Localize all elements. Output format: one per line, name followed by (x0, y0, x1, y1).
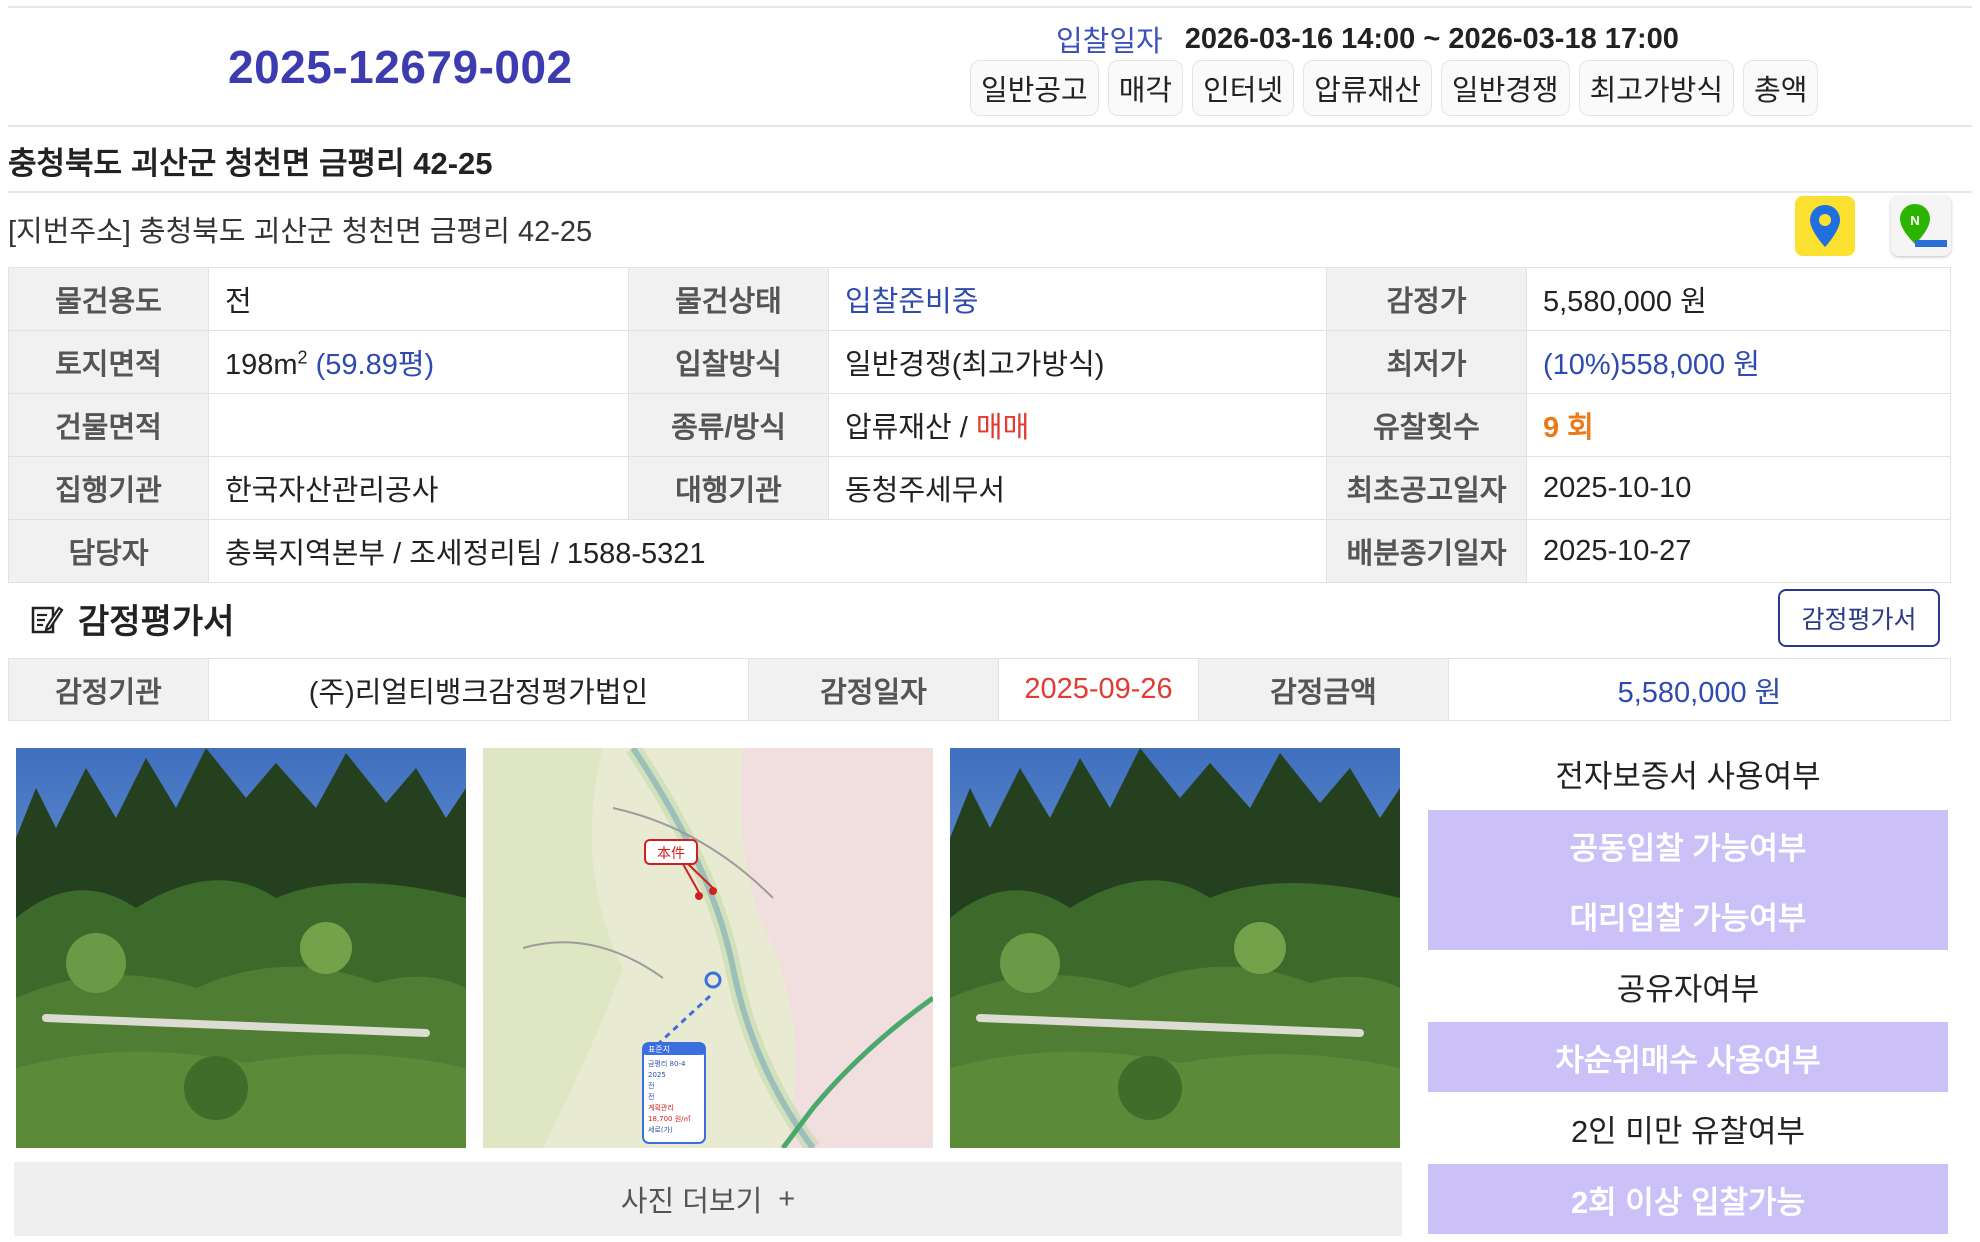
executor-label: 집행기관 (8, 456, 209, 520)
appraisal-section-title: 감정평가서 (30, 594, 234, 643)
proxy-bid-status: 대리입찰 가능여부 (1428, 880, 1948, 950)
appraisal-date-value: 2025-09-26 (998, 658, 1199, 721)
bid-date-label: 입찰일자 (1056, 26, 1163, 58)
property-photo-1[interactable] (16, 748, 466, 1148)
appraisal-date-label: 감정일자 (748, 658, 999, 721)
land-area-label: 토지면적 (8, 330, 209, 394)
next-rank-status: 차순위매수 사용여부 (1428, 1022, 1948, 1092)
bid-method-value: 일반경쟁(최고가방식) (828, 330, 1327, 394)
kind-sale: 매매 (975, 412, 1030, 444)
status-value: 입찰준비중 (828, 267, 1327, 331)
naver-map-button[interactable]: N (1891, 196, 1951, 256)
fail-count-value: 9 회 (1526, 393, 1951, 457)
divider (8, 125, 1972, 127)
joint-bid-status: 공동입찰 가능여부 (1428, 810, 1948, 880)
svg-text:N: N (1910, 213, 1919, 228)
appraisal-org-label: 감정기관 (8, 658, 209, 721)
two-plus-bid-status: 2회 이상 입찰가능 (1428, 1164, 1948, 1234)
property-info-table: 물건용도 전 물건상태 입찰준비중 감정가 5,580,000 원 토지면적 1… (8, 267, 1951, 583)
first-notice-label: 최초공고일자 (1326, 456, 1527, 520)
map-popup-line: 18,700 원/㎡ (648, 1114, 691, 1123)
land-area-value: 198m2 (59.89평) (208, 330, 629, 394)
executor-value: 한국자산관리공사 (208, 456, 629, 520)
property-location-map[interactable]: 本件 표준지 금평리 80-4 2025 전 전 계획관리 18,700 원/㎡… (483, 748, 933, 1148)
tag-list: 일반공고 매각 인터넷 압류재산 일반경쟁 최고가방식 총액 (970, 60, 1819, 116)
map-popup-title: 표준지 (648, 1045, 670, 1054)
usage-value: 전 (208, 267, 629, 331)
min-price-value: (10%)558,000 원 (1526, 330, 1951, 394)
property-photo-2[interactable] (950, 748, 1400, 1148)
table-row: 집행기관 한국자산관리공사 대행기관 동청주세무서 최초공고일자 2025-10… (8, 456, 1951, 520)
appraisal-org-value: (주)리얼티뱅크감정평가법인 (208, 658, 749, 721)
map-popup-line: 세로(가) (648, 1125, 673, 1134)
usage-label: 물건용도 (8, 267, 209, 331)
more-photos-button[interactable]: 사진 더보기 + (14, 1162, 1402, 1236)
divider (8, 191, 1972, 193)
case-number: 2025-12679-002 (228, 41, 573, 93)
distribution-date-value: 2025-10-27 (1526, 519, 1951, 583)
tag-channel: 인터넷 (1192, 60, 1295, 116)
appraisal-price-label: 감정가 (1326, 267, 1527, 331)
bid-date: 입찰일자 2026-03-16 14:00 ~ 2026-03-18 17:00 (1056, 18, 1679, 60)
edit-document-icon (31, 605, 64, 633)
tag-notice-type: 일반공고 (970, 60, 1099, 116)
jibun-address: [지번주소] 충청북도 괴산군 청천면 금평리 42-25 (8, 216, 593, 248)
min-price-label: 최저가 (1326, 330, 1527, 394)
kind-text: 압류재산 / (845, 412, 976, 444)
map-popup-line: 금평리 80-4 (648, 1059, 686, 1068)
agent-value: 동청주세무서 (828, 456, 1327, 520)
status-label: 물건상태 (628, 267, 829, 331)
kind-label: 종류/방식 (628, 393, 829, 457)
tag-competition: 일반경쟁 (1440, 60, 1570, 116)
land-area-unit-sup: 2 (297, 347, 308, 368)
building-area-label: 건물면적 (8, 393, 209, 457)
contact-label: 담당자 (8, 519, 209, 583)
appraisal-report-button[interactable]: 감정평가서 (1778, 589, 1940, 647)
building-area-value (208, 393, 629, 457)
land-area-pyeong: (59.89평) (315, 349, 435, 381)
map-popup-line: 2025 (648, 1071, 666, 1079)
bid-method-label: 입찰방식 (628, 330, 829, 394)
kakao-map-button[interactable] (1795, 196, 1855, 256)
tag-amount-type: 총액 (1743, 60, 1819, 116)
kind-value: 압류재산 / 매매 (828, 393, 1327, 457)
naver-map-icon: N (1900, 204, 1947, 247)
co-owner-status: 공유자여부 (1428, 951, 1948, 1021)
bid-date-value: 2026-03-16 14:00 ~ 2026-03-18 17:00 (1184, 22, 1679, 55)
table-row: 건물면적 종류/방식 압류재산 / 매매 유찰횟수 9 회 (8, 393, 1951, 457)
fail-count-label: 유찰횟수 (1326, 393, 1527, 457)
appraisal-title: 감정평가서 (78, 603, 235, 641)
contact-value: 충북지역본부 / 조세정리팀 / 1588-5321 (208, 519, 1327, 583)
map-pin-icon (1810, 205, 1840, 247)
tag-asset-type: 압류재산 (1303, 60, 1432, 116)
appraisal-table: 감정기관 (주)리얼티뱅크감정평가법인 감정일자 2025-09-26 감정금액… (8, 658, 1951, 721)
more-photos-label: 사진 더보기 (620, 1186, 763, 1218)
table-row: 감정기관 (주)리얼티뱅크감정평가법인 감정일자 2025-09-26 감정금액… (8, 658, 1951, 721)
land-area-sqm: 198m (225, 349, 298, 381)
map-popup-line: 전 (648, 1092, 654, 1101)
table-row: 담당자 충북지역본부 / 조세정리팀 / 1588-5321 배분종기일자 20… (8, 519, 1951, 583)
agent-label: 대행기관 (628, 456, 829, 520)
map-popup-line: 계획관리 (648, 1103, 674, 1112)
table-row: 토지면적 198m2 (59.89평) 입찰방식 일반경쟁(최고가방식) 최저가… (8, 330, 1951, 394)
map-popup-line: 전 (648, 1081, 654, 1090)
top-divider (8, 6, 1972, 8)
plus-icon: + (778, 1182, 796, 1215)
under-two-status: 2인 미만 유찰여부 (1428, 1093, 1948, 1163)
first-notice-value: 2025-10-10 (1526, 456, 1951, 520)
address-title: 충청북도 괴산군 청천면 금평리 42-25 (8, 146, 493, 181)
distribution-date-label: 배분종기일자 (1326, 519, 1527, 583)
appraisal-amount-label: 감정금액 (1198, 658, 1449, 721)
table-row: 물건용도 전 물건상태 입찰준비중 감정가 5,580,000 원 (8, 267, 1951, 331)
map-subject-tag: 本件 (657, 846, 685, 862)
appraisal-amount-value: 5,580,000 원 (1448, 658, 1951, 721)
tag-price-method: 최고가방식 (1578, 60, 1735, 116)
tag-disposal: 매각 (1107, 60, 1184, 116)
e-guarantee-status: 전자보증서 사용여부 (1428, 738, 1948, 808)
appraisal-price-value: 5,580,000 원 (1526, 267, 1951, 331)
